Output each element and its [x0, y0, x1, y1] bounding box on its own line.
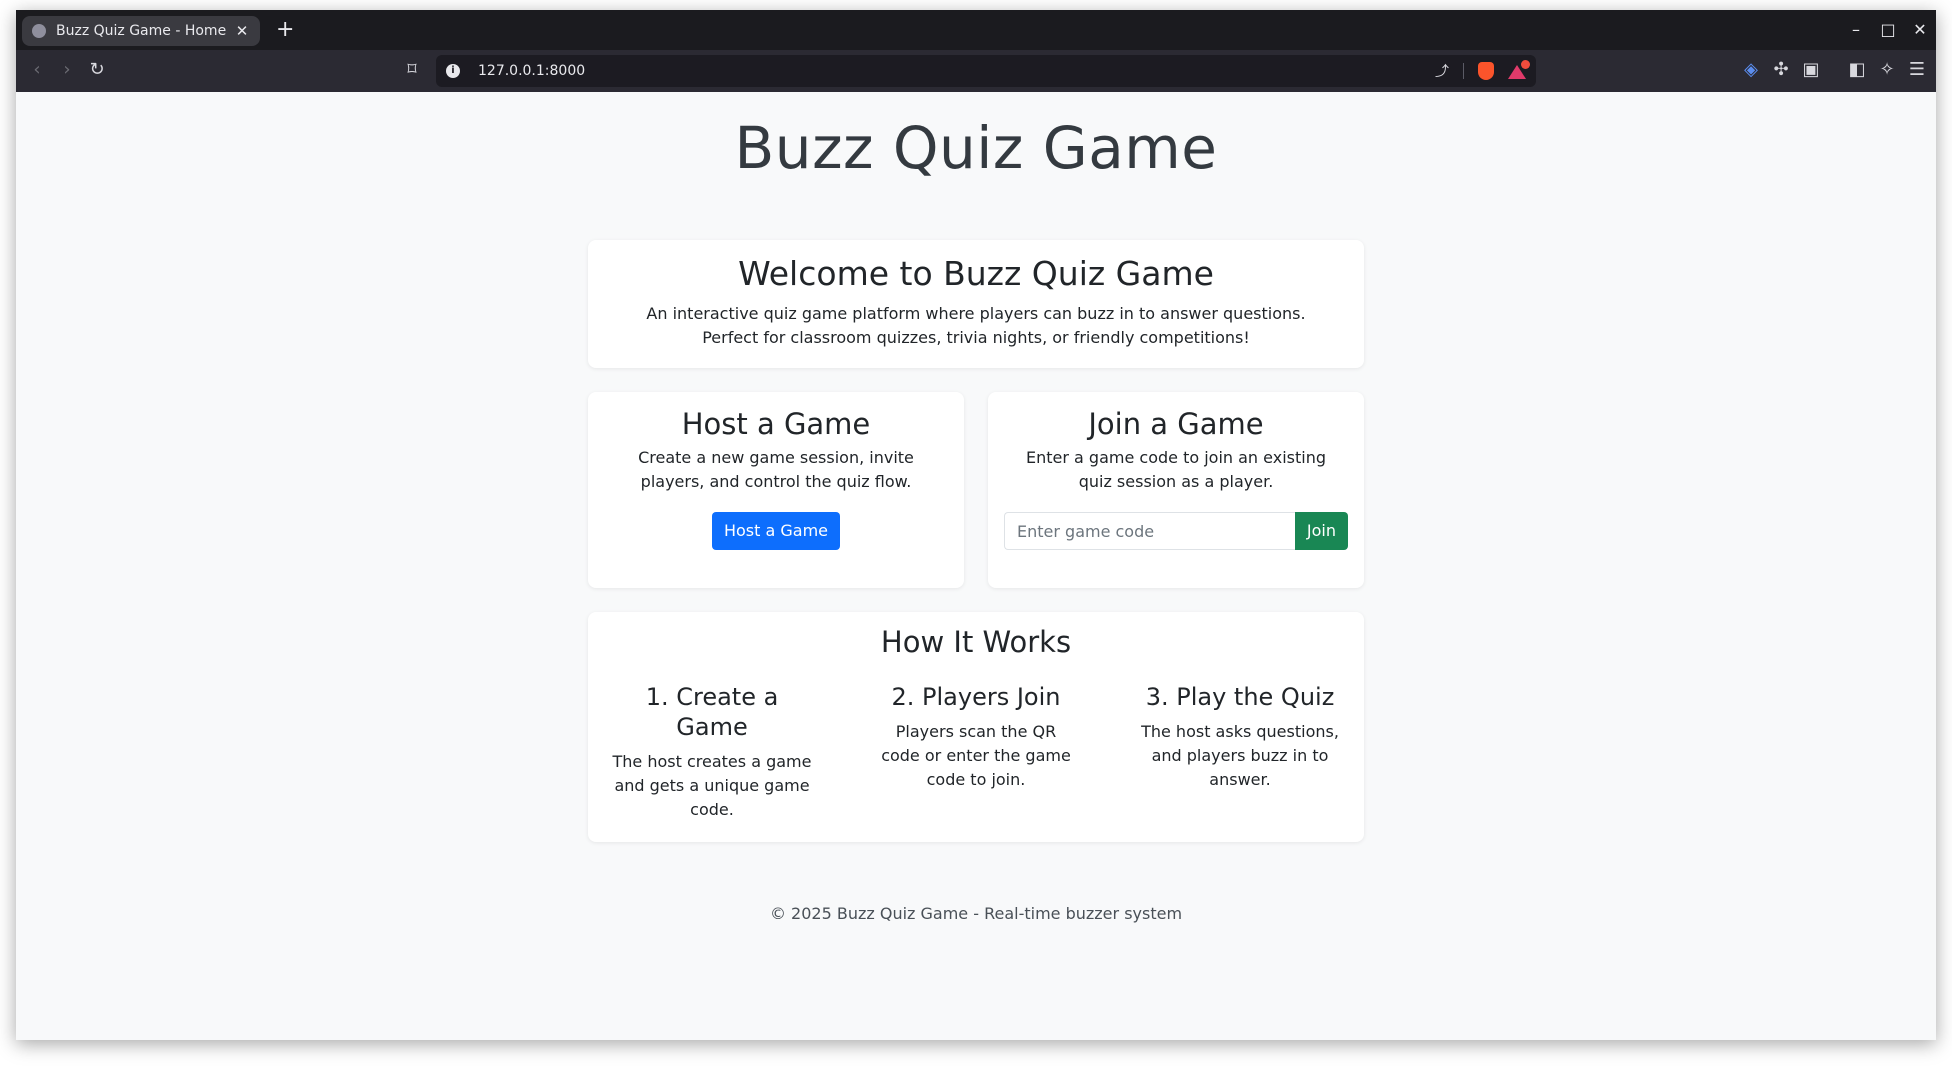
tab-strip: Buzz Quiz Game - Home ✕ + – □ ✕ [16, 10, 1936, 50]
step-title: 1. Create a Game [645, 683, 779, 741]
new-tab-button[interactable]: + [276, 18, 294, 42]
globe-icon [32, 24, 46, 38]
step-item: 2. Players Join Players scan the QR code… [876, 682, 1076, 822]
site-info-icon[interactable]: i [446, 64, 460, 78]
host-heading: Host a Game [681, 407, 871, 441]
reload-icon[interactable]: ↻ [86, 59, 108, 81]
step-title: 2. Players Join [891, 683, 1061, 711]
share-icon[interactable]: ⤴ [1435, 61, 1449, 81]
game-code-input[interactable]: Enter game code [1004, 512, 1295, 550]
browser-toolbar: ‹ › ↻ ⌑ i 127.0.0.1:8000 ⤴ ◈ ✣ ▣ ◧ ✧ ☰ [16, 50, 1936, 92]
url-text[interactable]: 127.0.0.1:8000 [478, 63, 1435, 79]
extensions-icon[interactable]: ✣ [1770, 59, 1792, 81]
join-button[interactable]: Join [1294, 512, 1348, 550]
address-bar[interactable]: i 127.0.0.1:8000 ⤴ [436, 55, 1536, 87]
host-text: Create a new game session, invite player… [638, 448, 914, 491]
notification-dot [1521, 60, 1530, 69]
join-heading: Join a Game [1088, 407, 1264, 441]
step-title: 3. Play the Quiz [1145, 683, 1335, 711]
tab-title: Buzz Quiz Game - Home [56, 23, 227, 39]
welcome-text: An interactive quiz game platform where … [646, 304, 1306, 347]
divider [1463, 63, 1464, 79]
step-text: The host creates a game and gets a uniqu… [612, 752, 812, 819]
brave-rewards-icon[interactable] [1508, 60, 1530, 79]
join-form: Enter game code Join [1004, 512, 1348, 550]
steps-list: 1. Create a Game The host creates a game… [612, 682, 1340, 822]
step-text: The host asks questions, and players buz… [1141, 722, 1339, 789]
brave-shields-icon[interactable] [1478, 62, 1494, 80]
browser-tab-active[interactable]: Buzz Quiz Game - Home ✕ [22, 16, 260, 46]
wallet-icon[interactable]: ▣ [1800, 59, 1822, 81]
how-it-works-card: How It Works 1. Create a Game The host c… [588, 612, 1364, 842]
host-game-button[interactable]: Host a Game [711, 512, 841, 550]
sidebar-icon[interactable]: ◧ [1846, 59, 1868, 81]
step-item: 3. Play the Quiz The host asks questions… [1140, 682, 1340, 822]
menu-icon[interactable]: ☰ [1906, 59, 1928, 81]
how-heading: How It Works [880, 625, 1072, 659]
address-bar-actions: ⤴ [1435, 60, 1530, 81]
browser-window: Buzz Quiz Game - Home ✕ + – □ ✕ ‹ › ↻ ⌑ … [16, 10, 1936, 1040]
join-card: Join a Game Enter a game code to join an… [988, 392, 1364, 588]
tab-close-icon[interactable]: ✕ [234, 22, 250, 40]
forward-icon[interactable]: › [56, 59, 78, 81]
step-text: Players scan the QR code or enter the ga… [881, 722, 1071, 789]
back-icon[interactable]: ‹ [26, 59, 48, 81]
welcome-heading: Welcome to Buzz Quiz Game [738, 254, 1214, 293]
join-text: Enter a game code to join an existing qu… [1026, 448, 1326, 491]
page-content: Buzz Quiz Game Welcome to Buzz Quiz Game… [16, 92, 1936, 1040]
host-card: Host a Game Create a new game session, i… [588, 392, 964, 588]
bookmark-icon[interactable]: ⌑ [401, 59, 423, 81]
leo-ai-icon[interactable]: ✧ [1876, 59, 1898, 81]
page-title: Buzz Quiz Game [734, 114, 1218, 182]
step-item: 1. Create a Game The host creates a game… [612, 682, 812, 822]
vpn-shield-icon[interactable]: ◈ [1740, 59, 1762, 81]
maximize-icon[interactable]: □ [1878, 20, 1898, 40]
welcome-card: Welcome to Buzz Quiz Game An interactive… [588, 240, 1364, 368]
footer-text: © 2025 Buzz Quiz Game - Real-time buzzer… [769, 904, 1183, 923]
minimize-icon[interactable]: – [1846, 20, 1866, 40]
close-window-icon[interactable]: ✕ [1910, 20, 1930, 40]
